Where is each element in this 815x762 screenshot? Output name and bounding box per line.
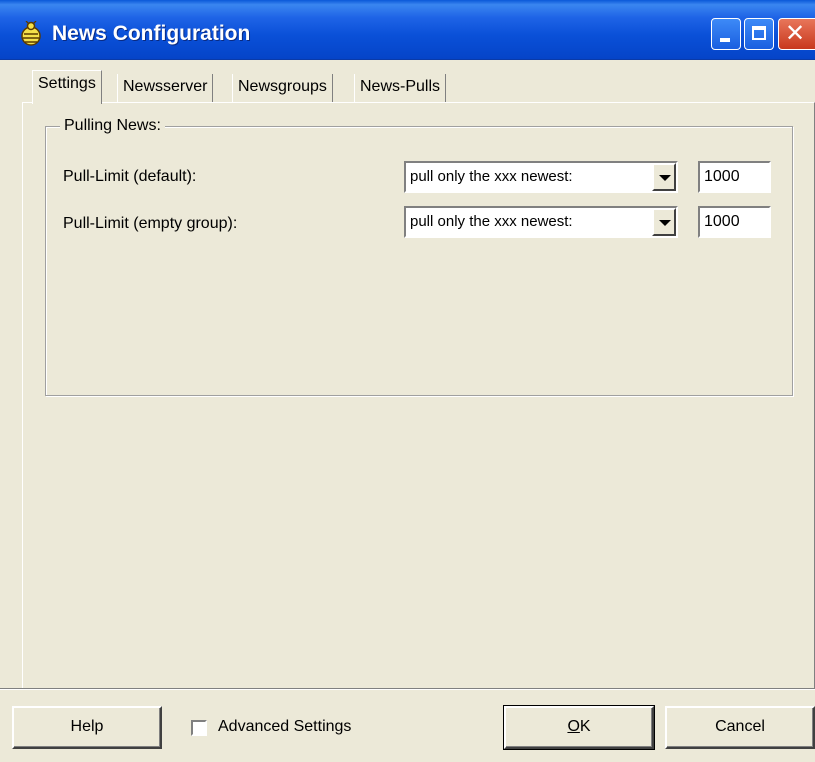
dropdown-button[interactable] [652, 208, 676, 236]
advanced-settings-checkbox[interactable] [191, 720, 207, 736]
group-legend: Pulling News: [60, 117, 165, 135]
pull-limit-empty-label: Pull-Limit (empty group): [63, 215, 238, 232]
pull-limit-default-label: Pull-Limit (default): [63, 168, 197, 185]
window-title: News Configuration [52, 22, 251, 45]
combo-value: pull only the xxx newest: [410, 168, 573, 185]
tab-news-pulls[interactable]: News-Pulls [354, 74, 447, 102]
pull-limit-default-select[interactable]: pull only the xxx newest: [404, 161, 678, 193]
help-button[interactable]: Help [12, 706, 162, 749]
maximize-button[interactable] [744, 18, 774, 50]
dropdown-arrow-icon [659, 220, 671, 226]
pull-limit-default-count[interactable]: 1000 [698, 161, 771, 193]
pull-limit-empty-select[interactable]: pull only the xxx newest: [404, 206, 678, 238]
tab-newsgroups[interactable]: Newsgroups [232, 74, 333, 102]
close-button[interactable]: ✕ [778, 18, 815, 50]
pull-limit-empty-count[interactable]: 1000 [698, 206, 771, 238]
maximize-icon [752, 26, 766, 40]
tab-newsserver[interactable]: Newsserver [117, 74, 214, 102]
minimize-button[interactable] [711, 18, 741, 50]
dropdown-arrow-icon [659, 175, 671, 181]
cancel-button[interactable]: Cancel [665, 706, 815, 749]
minimize-icon [720, 38, 730, 42]
advanced-settings-label[interactable]: Advanced Settings [218, 718, 351, 736]
footer-separator [0, 688, 815, 690]
tab-settings[interactable]: Settings [32, 70, 102, 104]
close-icon: ✕ [785, 20, 806, 47]
title-bar[interactable]: News Configuration ✕ [0, 0, 815, 60]
combo-value: pull only the xxx newest: [410, 213, 573, 230]
dropdown-button[interactable] [652, 163, 676, 191]
app-icon [21, 21, 41, 46]
ok-button[interactable]: OK [503, 705, 655, 750]
